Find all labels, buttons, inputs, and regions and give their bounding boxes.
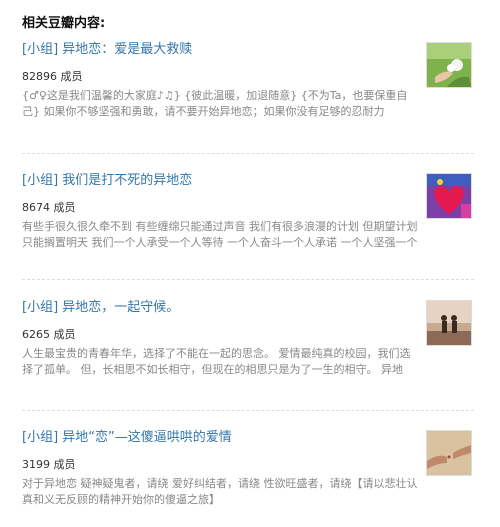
group-link[interactable]: 异地恋：爱是最大救赎	[62, 42, 192, 57]
group-thumbnail[interactable]	[426, 42, 472, 88]
member-count: 3199 成员	[22, 458, 76, 471]
group-link[interactable]: 我们是打不死的异地恋	[62, 173, 192, 188]
group-item: [小组] 异地恋，一起守候。 6265 成员 人生最宝贵的青春年华，选择了不能在…	[22, 300, 474, 378]
group-tag: [小组]	[22, 42, 59, 57]
group-tag: [小组]	[22, 430, 59, 445]
group-item: [小组] 我们是打不死的异地恋 8674 成员 有些手很久很久牵不到 有些缠绵只…	[22, 173, 474, 251]
member-count: 8674 成员	[22, 201, 76, 214]
group-description: 人生最宝贵的青春年华，选择了不能在一起的思念。 爱情最纯真的校园，我们选择了孤单…	[22, 347, 411, 376]
related-content-panel: 相关豆瓣内容: [小组] 异地恋：爱是最大救赎 82896 成员 {♂♀这是我们…	[0, 0, 500, 527]
group-description: 有些手很久很久牵不到 有些缠绵只能通过声音 我们有很多浪漫的计划 但期望计划只能…	[22, 220, 418, 249]
group-title: [小组] 异地恋，一起守候。	[22, 300, 474, 316]
group-thumbnail[interactable]	[426, 300, 472, 346]
divider	[22, 279, 474, 280]
group-title: [小组] 异地恋：爱是最大救赎	[22, 42, 474, 58]
member-count: 82896 成员	[22, 70, 83, 83]
group-link[interactable]: 异地恋，一起守候。	[62, 300, 179, 315]
group-description: 对于异地恋 疑神疑鬼者，请绕 爱好纠结者，请绕 性欲旺盛者，请绕【请以悲壮认真和…	[22, 477, 418, 506]
group-thumbnail[interactable]	[426, 430, 472, 476]
group-link[interactable]: 异地“恋”—这傻逼哄哄的爱情	[62, 430, 231, 445]
group-thumbnail[interactable]	[426, 173, 472, 219]
divider	[22, 410, 474, 411]
group-tag: [小组]	[22, 173, 59, 188]
group-tag: [小组]	[22, 300, 59, 315]
group-item: [小组] 异地“恋”—这傻逼哄哄的爱情 3199 成员 对于异地恋 疑神疑鬼者，…	[22, 430, 474, 508]
section-heading: 相关豆瓣内容:	[22, 16, 106, 31]
group-description: {♂♀这是我们温馨的大家庭♪♫} {彼此温暖，加退随意} {不为Ta，也要保重自…	[22, 89, 408, 118]
member-count: 6265 成员	[22, 328, 76, 341]
group-title: [小组] 我们是打不死的异地恋	[22, 173, 474, 189]
group-title: [小组] 异地“恋”—这傻逼哄哄的爱情	[22, 430, 474, 446]
divider	[22, 153, 474, 154]
group-item: [小组] 异地恋：爱是最大救赎 82896 成员 {♂♀这是我们温馨的大家庭♪♫…	[22, 42, 474, 120]
